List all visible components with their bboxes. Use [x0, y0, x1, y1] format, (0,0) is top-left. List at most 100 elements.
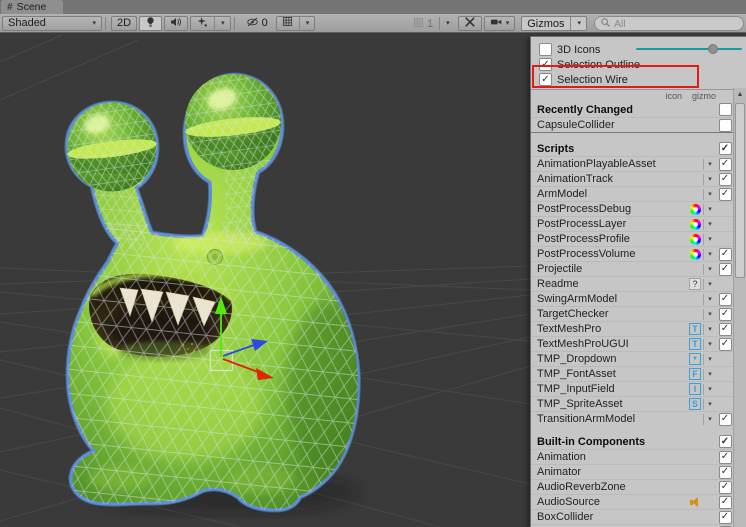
column-header-gizmo: gizmo: [692, 91, 716, 101]
scene-visibility-button[interactable]: 0: [240, 16, 274, 31]
gizmo-checkbox[interactable]: ✓: [719, 263, 732, 276]
search-input[interactable]: [614, 18, 732, 30]
row-label: Readme: [537, 278, 687, 290]
row-dropdown-caret[interactable]: ▾: [703, 309, 716, 320]
row-dropdown-caret[interactable]: ▾: [703, 279, 716, 290]
section-header-recently-changed: Recently Changed: [531, 102, 734, 117]
gizmo-row-tmp-spriteasset[interactable]: TMP_SpriteAssetS▾: [531, 396, 734, 411]
row-dropdown-caret[interactable]: ▾: [703, 249, 716, 260]
audio-toggle-button[interactable]: [164, 16, 188, 31]
gizmo-row-audiosource[interactable]: AudioSource✓: [531, 494, 734, 509]
gizmos-option-3d-icons[interactable]: 3D Icons: [531, 42, 746, 57]
monster-model[interactable]: [55, 74, 378, 517]
gizmo-checkbox[interactable]: [539, 43, 552, 56]
gizmo-checkbox[interactable]: ✓: [539, 73, 552, 86]
gizmo-checkbox[interactable]: ✓: [719, 248, 732, 261]
gizmos-option-selection-outline[interactable]: ✓ Selection Outline: [531, 57, 746, 72]
row-dropdown-caret[interactable]: ▾: [703, 339, 716, 350]
scroll-up-icon[interactable]: ▲: [734, 88, 746, 101]
row-dropdown-caret[interactable]: ▾: [703, 294, 716, 305]
gizmo-checkbox[interactable]: ✓: [719, 323, 732, 336]
gizmo-checkbox[interactable]: ✓: [719, 293, 732, 306]
gizmo-row-boxcollider[interactable]: BoxCollider✓: [531, 509, 734, 524]
2d-toggle-button[interactable]: 2D: [111, 16, 137, 31]
gizmo-checkbox[interactable]: ✓: [719, 451, 732, 464]
color-wheel-icon: [690, 204, 701, 215]
gizmo-checkbox[interactable]: ✓: [719, 188, 732, 201]
row-dropdown-caret[interactable]: ▾: [703, 159, 716, 170]
gizmo-row-audioreverbzone[interactable]: AudioReverbZone ✓: [531, 479, 734, 494]
gizmo-row-transitionarmmodel[interactable]: TransitionArmModel▾✓: [531, 411, 734, 426]
gizmo-checkbox[interactable]: [719, 119, 732, 132]
gizmo-row-projectile[interactable]: Projectile ▾✓: [531, 261, 734, 276]
scene-tab-icon: #: [7, 2, 13, 13]
row-dropdown-caret[interactable]: ▾: [703, 204, 716, 215]
gizmo-row-animator[interactable]: Animator✓: [531, 464, 734, 479]
gizmo-row-textmeshpro[interactable]: TextMeshProT▾✓: [531, 321, 734, 336]
gizmo-row-tmp-fontasset[interactable]: TMP_FontAssetF▾: [531, 366, 734, 381]
row-dropdown-caret[interactable]: ▾: [703, 324, 716, 335]
row-label: ArmModel: [537, 188, 687, 200]
gizmo-checkbox[interactable]: [719, 103, 732, 116]
gizmos-dropdown-button[interactable]: Gizmos ▾: [521, 16, 587, 31]
tab-scene[interactable]: # Scene: [1, 0, 63, 14]
lighting-toggle-button[interactable]: [139, 16, 162, 31]
snap-value: 1: [427, 18, 433, 30]
row-label: Projectile: [537, 263, 687, 275]
row-dropdown-caret[interactable]: ▾: [703, 399, 716, 410]
gizmo-row-animationplayableasset[interactable]: AnimationPlayableAsset▾✓: [531, 156, 734, 171]
gizmo-checkbox[interactable]: ✓: [719, 435, 732, 448]
row-label: AudioReverbZone: [537, 481, 687, 493]
row-dropdown-caret[interactable]: ▾: [703, 264, 716, 275]
gizmo-row-tmp-inputfield[interactable]: TMP_InputFieldI▾: [531, 381, 734, 396]
gizmo-row-swingarmmodel[interactable]: SwingArmModel▾✓: [531, 291, 734, 306]
gizmo-checkbox[interactable]: ✓: [719, 466, 732, 479]
panel-scrollbar[interactable]: ▲: [733, 88, 746, 527]
gizmo-row-animationtrack[interactable]: AnimationTrack▾✓: [531, 171, 734, 186]
section-title: Built-in Components: [537, 436, 687, 448]
gizmo-checkbox[interactable]: ✓: [719, 496, 732, 509]
gizmo-checkbox[interactable]: ✓: [719, 511, 732, 524]
camera-dropdown-button[interactable]: ▾: [484, 16, 516, 31]
row-dropdown-caret[interactable]: ▾: [703, 414, 716, 425]
row-dropdown-caret[interactable]: ▾: [703, 369, 716, 380]
editor-tools-button[interactable]: [458, 16, 482, 31]
gizmo-row-postprocessvolume[interactable]: PostProcessVolume▾✓: [531, 246, 734, 261]
gizmo-checkbox[interactable]: ✓: [719, 158, 732, 171]
scene-search-field[interactable]: [594, 16, 744, 31]
gizmo-checkbox[interactable]: ✓: [719, 308, 732, 321]
gizmo-row-armmodel[interactable]: ArmModel ▾✓: [531, 186, 734, 201]
gizmo-row-capsulecollider[interactable]: CapsuleCollider: [531, 117, 734, 132]
snap-increment-dropdown[interactable]: 1 ▾: [407, 16, 456, 31]
gizmo-row-textmeshprougui[interactable]: TextMeshProUGUIT▾✓: [531, 336, 734, 351]
gizmo-row-tmp-dropdown[interactable]: TMP_Dropdown▼▾: [531, 351, 734, 366]
gizmo-checkbox[interactable]: ✓: [719, 481, 732, 494]
readme-question-icon: ?: [689, 278, 701, 290]
gizmo-checkbox[interactable]: ✓: [719, 338, 732, 351]
scrollbar-thumb[interactable]: [735, 103, 745, 278]
gizmo-row-readme[interactable]: Readme?▾: [531, 276, 734, 291]
row-dropdown-caret[interactable]: ▾: [703, 189, 716, 200]
shading-mode-dropdown[interactable]: Shaded ▾: [2, 16, 102, 31]
gizmo-row-postprocessprofile[interactable]: PostProcessProfile▾: [531, 231, 734, 246]
gizmo-checkbox[interactable]: ✓: [539, 58, 552, 71]
gizmo-checkbox[interactable]: ✓: [719, 142, 732, 155]
gizmo-checkbox[interactable]: ✓: [719, 413, 732, 426]
row-dropdown-caret[interactable]: ▾: [703, 234, 716, 245]
effects-dropdown-button[interactable]: ▾: [190, 16, 231, 31]
row-dropdown-caret[interactable]: ▾: [703, 384, 716, 395]
row-dropdown-caret[interactable]: ▾: [703, 174, 716, 185]
gizmo-row-targetchecker[interactable]: TargetChecker▾✓: [531, 306, 734, 321]
row-dropdown-caret[interactable]: ▾: [703, 354, 716, 365]
slider-handle[interactable]: [708, 44, 718, 54]
3d-icons-size-slider[interactable]: [636, 48, 742, 50]
grid-visibility-dropdown[interactable]: ▾: [276, 16, 316, 31]
option-label: Selection Outline: [557, 59, 640, 71]
row-dropdown-caret[interactable]: ▾: [703, 219, 716, 230]
gizmo-row-postprocessdebug[interactable]: PostProcessDebug▾: [531, 201, 734, 216]
gizmos-option-selection-wire[interactable]: ✓Selection Wire: [531, 72, 746, 87]
toolbar-separator: [234, 17, 235, 30]
gizmo-row-postprocesslayer[interactable]: PostProcessLayer▾: [531, 216, 734, 231]
gizmo-checkbox[interactable]: ✓: [719, 173, 732, 186]
gizmo-row-animation[interactable]: Animation✓: [531, 449, 734, 464]
